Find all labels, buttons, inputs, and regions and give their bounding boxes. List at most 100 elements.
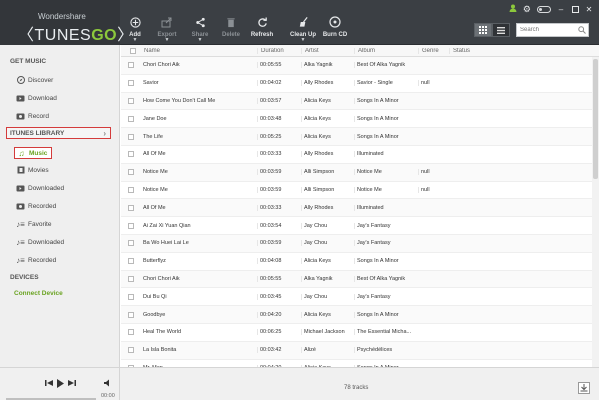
plus-circle-icon	[129, 16, 141, 28]
grid-icon	[479, 26, 487, 34]
sidebar-item-recorded[interactable]: Recorded	[16, 200, 56, 212]
itunes-library-header[interactable]: ITUNES LIBRARY ›	[6, 127, 111, 139]
playlist-icon: ♪≡	[16, 237, 25, 247]
export-icon	[161, 17, 172, 27]
vertical-scrollbar[interactable]	[592, 57, 599, 367]
row-checkbox[interactable]	[121, 275, 141, 282]
sidebar-item-music[interactable]: ♫ Music	[14, 147, 53, 159]
theme-toggle[interactable]	[537, 5, 551, 13]
cell-album: Best Of Alka Yagnik	[354, 62, 418, 69]
sidebar-item-download[interactable]: Download	[16, 92, 57, 104]
row-checkbox[interactable]	[121, 204, 141, 211]
table-row[interactable]: All Of Me 00:03:33 Ally Rhodes Illuminated	[121, 199, 599, 218]
cell-artist: Alka Yagnik	[301, 62, 354, 69]
row-checkbox[interactable]	[121, 133, 141, 140]
maximize-icon[interactable]	[571, 5, 579, 13]
share-button[interactable]: Share ▼	[183, 14, 217, 43]
export-button[interactable]: Export ▼	[150, 14, 184, 43]
table-row[interactable]: Heal The World 00:06:25 Michael Jackson The…	[121, 324, 599, 342]
row-checkbox[interactable]	[121, 80, 141, 87]
sidebar-item-discover[interactable]: Discover	[16, 74, 53, 86]
column-header-name[interactable]: Name	[141, 48, 257, 54]
cell-name: Notice Me	[143, 169, 168, 176]
row-checkbox[interactable]	[121, 97, 141, 104]
table-row[interactable]: Chori Chori Aik 00:05:55 Alka Yagnik Best O…	[121, 270, 599, 289]
row-checkbox[interactable]	[121, 222, 141, 229]
sidebar-item-downloaded[interactable]: Downloaded	[16, 182, 64, 194]
cell-artist: Alicia Keys	[301, 97, 354, 104]
row-checkbox[interactable]	[121, 311, 141, 318]
connect-device-link[interactable]: Connect Device	[14, 290, 63, 297]
footer-bar: 00:00 78 tracks	[0, 367, 599, 400]
gear-icon[interactable]: ⚙	[523, 4, 531, 14]
table-row[interactable]: Notice Me 00:03:59 Alli Simpson Notice Me nu…	[121, 182, 599, 200]
app-logo: Wondershare 〈TUNESGO〉	[0, 0, 133, 45]
table-row[interactable]: Notice Me 00:03:59 Alli Simpson Notice Me nu…	[121, 163, 599, 182]
cell-artist: Alicia Keys	[301, 115, 354, 122]
close-icon[interactable]: ✕	[585, 5, 593, 14]
row-checkbox[interactable]	[121, 347, 141, 354]
cleanup-button[interactable]: Clean Up ▼	[286, 14, 320, 43]
delete-button[interactable]: Delete	[214, 14, 248, 38]
export-to-device-button[interactable]	[578, 382, 590, 394]
row-checkbox[interactable]	[121, 115, 141, 122]
column-header-status[interactable]: Status	[449, 47, 589, 54]
cell-album: The Essential Micha...	[354, 329, 418, 336]
table-row[interactable]: La Isla Bonita 00:03:42 Alizé Psychédélices	[121, 341, 599, 360]
sidebar-item-downloaded-playlist[interactable]: ♪≡ Downloaded	[16, 236, 64, 248]
burn-cd-button[interactable]: Burn CD	[318, 14, 352, 38]
add-button[interactable]: Add ▼	[118, 14, 152, 43]
table-row[interactable]: Chori Chori Aik 00:05:55 Alka Yagnik Best O…	[121, 57, 599, 75]
table-row[interactable]: Goodbye 00:04:20 Alicia Keys Songs In A Min…	[121, 306, 599, 324]
next-icon[interactable]	[68, 379, 76, 389]
cell-album: Songs In A Minor	[354, 258, 418, 265]
sidebar-item-movies[interactable]: Movies	[16, 164, 49, 176]
volume-icon[interactable]	[104, 379, 112, 389]
cell-album: Songs In A Minor	[354, 133, 418, 140]
minimize-icon[interactable]: –	[557, 5, 565, 14]
table-row[interactable]: The Life 00:05:25 Alicia Keys Songs In A Mi…	[121, 128, 599, 146]
row-checkbox[interactable]	[121, 186, 141, 193]
cell-duration: 00:03:59	[257, 169, 301, 176]
select-all-checkbox[interactable]	[121, 47, 141, 54]
table-row[interactable]: Dui Bu Qi 00:03:45 Jay Chou Jay's Fantasy	[121, 288, 599, 307]
play-icon[interactable]	[57, 379, 64, 390]
table-row[interactable]: Jane Doe 00:03:48 Alicia Keys Songs In A Mi…	[121, 110, 599, 129]
column-header-duration[interactable]: Duration	[257, 47, 301, 54]
row-checkbox[interactable]	[121, 62, 141, 69]
row-checkbox[interactable]	[121, 293, 141, 300]
scrollbar-thumb[interactable]	[593, 59, 598, 179]
sidebar-item-recorded-playlist[interactable]: ♪≡ Recorded	[16, 254, 56, 266]
cell-name: Butterflyz	[143, 258, 166, 265]
playlist-icon: ♪≡	[16, 219, 25, 229]
row-checkbox[interactable]	[121, 151, 141, 158]
table-row[interactable]: Ba Wo Huei Lai Le 00:03:59 Jay Chou Jay's F…	[121, 234, 599, 253]
user-icon[interactable]	[509, 4, 517, 14]
table-row[interactable]: Savior 00:04:02 Ally Rhodes Savior - Single…	[121, 75, 599, 93]
table-row[interactable]: Ai Zai Xi Yuan Qian 00:03:54 Jay Chou Jay's…	[121, 217, 599, 235]
column-header-genre[interactable]: Genre	[418, 47, 449, 54]
table-row[interactable]: Mr. Man00:04:20Alicia KeysSongs In A Min…	[121, 360, 599, 367]
row-checkbox[interactable]	[121, 329, 141, 336]
row-checkbox[interactable]	[121, 258, 141, 265]
table-row[interactable]: How Come You Don't Call Me 00:03:57 Alicia…	[121, 92, 599, 111]
burn-cd-label: Burn CD	[322, 32, 348, 38]
cell-artist: Ally Rhodes	[301, 204, 354, 211]
refresh-button[interactable]: Refresh	[245, 14, 279, 38]
previous-icon[interactable]	[45, 379, 53, 389]
search-icon[interactable]	[578, 26, 586, 36]
cell-genre: null	[418, 169, 449, 176]
sidebar-label: Record	[28, 112, 49, 120]
row-checkbox[interactable]	[121, 169, 141, 176]
list-view-button[interactable]	[492, 23, 510, 37]
table-row[interactable]: Butterflyz 00:04:08 Alicia Keys Songs In A …	[121, 253, 599, 271]
row-checkbox[interactable]	[121, 240, 141, 247]
column-header-artist[interactable]: Artist	[301, 47, 354, 54]
sidebar-item-record[interactable]: Record	[16, 110, 49, 122]
column-header-album[interactable]: Album	[354, 47, 418, 54]
grid-view-button[interactable]	[474, 23, 492, 37]
search-input[interactable]	[517, 24, 577, 36]
sidebar-item-favorite[interactable]: ♪≡ Favorite	[16, 218, 51, 230]
sidebar-label: Downloaded	[28, 238, 65, 246]
table-row[interactable]: All Of Me 00:03:33 Ally Rhodes Illuminated	[121, 146, 599, 164]
